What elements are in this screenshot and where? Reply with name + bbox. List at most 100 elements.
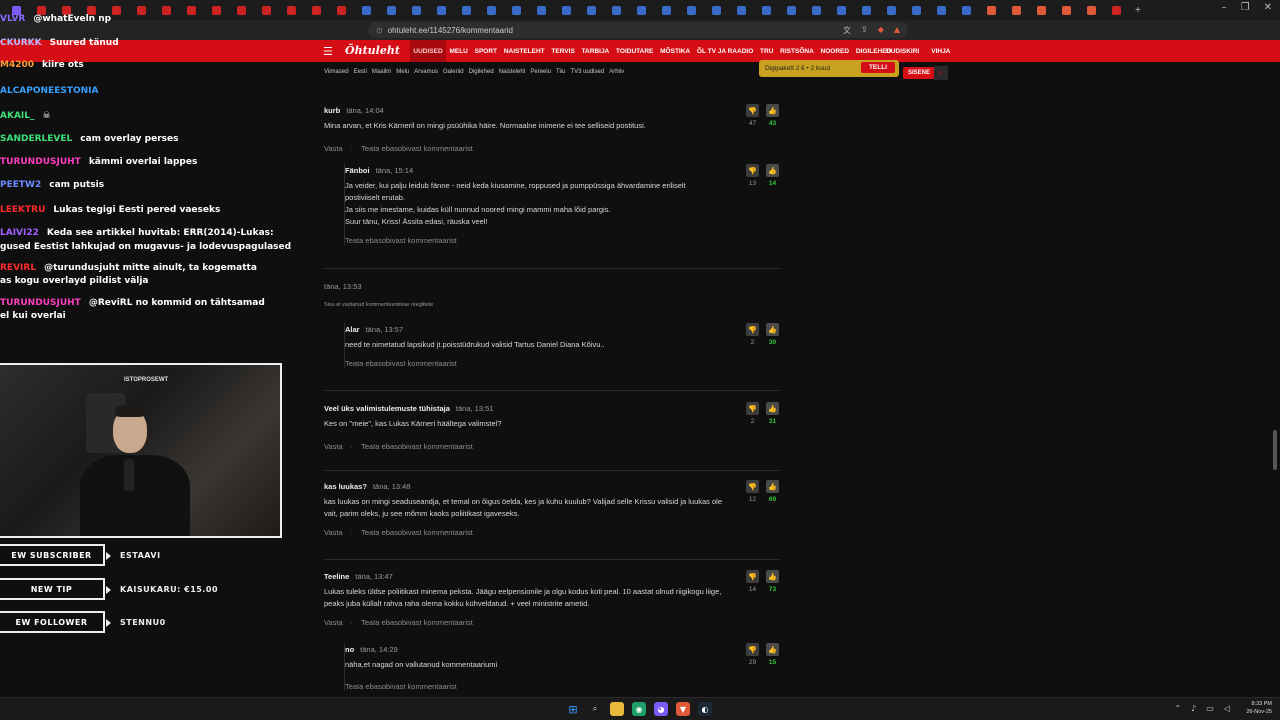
nav-item[interactable]: MÕSTIKA (657, 40, 694, 62)
subscribe-button[interactable]: TELLI (860, 62, 895, 73)
nav-item[interactable]: TARBIJA (578, 40, 612, 62)
site-logo[interactable]: Õhtuleht (345, 44, 400, 57)
browser-tab[interactable] (1029, 2, 1054, 18)
thumbs-up-icon[interactable]: 👍 (766, 164, 779, 177)
browser-tab[interactable] (729, 2, 754, 18)
browser-tab[interactable] (579, 2, 604, 18)
thumbs-down-icon[interactable]: 👎 (746, 323, 759, 336)
thumbs-up-icon[interactable]: 👍 (766, 643, 779, 656)
new-tab-button[interactable]: + (1135, 5, 1141, 16)
thumbs-down-icon[interactable]: 👎 (746, 164, 759, 177)
url-field[interactable]: ⊙ ohtuleht.ee/1145276/kommentaarid 文 ⇪ ◆… (368, 22, 908, 38)
reply-link[interactable]: Vasta (324, 528, 343, 537)
subnav-item[interactable]: Viimased (324, 69, 349, 75)
scrollbar-thumb[interactable] (1273, 430, 1277, 470)
app-icon[interactable]: ◉ (632, 702, 646, 716)
browser-tab[interactable] (304, 2, 329, 18)
subnav-item[interactable]: Pereelu (530, 69, 551, 75)
subnav-item[interactable]: Arvamus (414, 69, 438, 75)
discord-icon[interactable]: ◕ (654, 702, 668, 716)
browser-tab[interactable] (929, 2, 954, 18)
subnav-item[interactable]: Digilehed (469, 69, 494, 75)
report-link[interactable]: Teata ebasobivast kommentaarist (345, 236, 457, 245)
subnav-item[interactable]: Naisteleht (499, 69, 526, 75)
browser-tab[interactable] (429, 2, 454, 18)
browser-tab[interactable] (954, 2, 979, 18)
search-icon[interactable]: ⌕ (934, 66, 948, 80)
reply-link[interactable]: Vasta (324, 144, 343, 153)
subnav-item[interactable]: TV3 uudised (571, 69, 605, 75)
browser-tab[interactable] (1004, 2, 1029, 18)
login-button[interactable]: SISENE (903, 67, 936, 79)
report-link[interactable]: Teata ebasobivast kommentaarist (345, 359, 457, 368)
thumbs-down-icon[interactable]: 👎 (746, 643, 759, 656)
browser-tab[interactable] (554, 2, 579, 18)
browser-tab[interactable] (804, 2, 829, 18)
browser-tab[interactable] (504, 2, 529, 18)
hamburger-menu-icon[interactable]: ☰ (323, 45, 333, 58)
reply-link[interactable]: Vasta (324, 442, 343, 451)
nav-item[interactable]: NOORED (817, 40, 852, 62)
thumbs-up-icon[interactable]: 👍 (766, 402, 779, 415)
browser-tab[interactable] (904, 2, 929, 18)
browser-tab[interactable] (754, 2, 779, 18)
nav-item[interactable]: SPORT (471, 40, 500, 62)
browser-tab[interactable] (1054, 2, 1079, 18)
tray-expand-icon[interactable]: ⌃ (1174, 704, 1181, 713)
reply-link[interactable]: Vasta (324, 618, 343, 627)
maximize-button[interactable]: ❐ (1241, 2, 1250, 13)
report-link[interactable]: Teata ebasobivast kommentaarist (361, 144, 473, 153)
subnav-item[interactable]: Arhiiv (609, 69, 624, 75)
network-icon[interactable]: ▭ (1206, 704, 1214, 713)
browser-tab[interactable] (879, 2, 904, 18)
browser-tab[interactable] (529, 2, 554, 18)
thumbs-up-icon[interactable]: 👍 (766, 104, 779, 117)
browser-tab[interactable] (1079, 2, 1104, 18)
browser-tab[interactable] (679, 2, 704, 18)
browser-tab[interactable] (354, 2, 379, 18)
browser-tab[interactable] (404, 2, 429, 18)
brave-rewards-icon[interactable]: ▲ (894, 25, 900, 36)
browser-tab[interactable] (629, 2, 654, 18)
browser-tab[interactable] (854, 2, 879, 18)
search-icon[interactable]: ⌕ (588, 702, 602, 716)
mic-icon[interactable]: ♪ (1191, 704, 1196, 713)
thumbs-down-icon[interactable]: 👎 (746, 402, 759, 415)
browser-tab[interactable] (604, 2, 629, 18)
browser-tab[interactable] (379, 2, 404, 18)
nav-item[interactable]: TERVIS (548, 40, 578, 62)
browser-tab[interactable] (1104, 2, 1129, 18)
nav-item[interactable]: UUDISED (410, 40, 447, 62)
nav-item[interactable]: TOIDUTARE (613, 40, 657, 62)
file-explorer-icon[interactable] (610, 702, 624, 716)
report-link[interactable]: Teata ebasobivast kommentaarist (361, 528, 473, 537)
nav-item[interactable]: NAISTELEHT (500, 40, 548, 62)
start-icon[interactable]: ⊞ (566, 702, 580, 716)
thumbs-down-icon[interactable]: 👎 (746, 104, 759, 117)
browser-tab[interactable] (654, 2, 679, 18)
steam-icon[interactable]: ◐ (698, 702, 712, 716)
nav-item[interactable]: MELU (446, 40, 471, 62)
brave-shield-icon[interactable]: ◆ (878, 25, 884, 36)
share-icon[interactable]: ⇪ (861, 25, 868, 36)
nav-item[interactable]: RISTSÕNA (777, 40, 817, 62)
translate-icon[interactable]: 文 (843, 25, 851, 36)
browser-tab[interactable] (779, 2, 804, 18)
close-window-button[interactable]: ✕ (1264, 2, 1272, 13)
browser-tab[interactable] (454, 2, 479, 18)
browser-tab[interactable] (329, 2, 354, 18)
subnav-item[interactable]: Galeriid (443, 69, 464, 75)
thumbs-up-icon[interactable]: 👍 (766, 570, 779, 583)
subnav-item[interactable]: Eesti (354, 69, 367, 75)
browser-tab[interactable] (479, 2, 504, 18)
report-link[interactable]: Teata ebasobivast kommentaarist (345, 682, 457, 691)
clock[interactable]: 8:33 PM 26-Nov-25 (1246, 700, 1272, 716)
nav-newsletter[interactable]: UUDISKIRI (886, 40, 919, 62)
browser-tab[interactable] (829, 2, 854, 18)
nav-tip[interactable]: VIHJA (931, 40, 950, 62)
subnav-item[interactable]: Melu (396, 69, 409, 75)
report-link[interactable]: Teata ebasobivast kommentaarist (361, 618, 473, 627)
nav-item[interactable]: TRU (757, 40, 777, 62)
thumbs-down-icon[interactable]: 👎 (746, 480, 759, 493)
browser-tab[interactable] (979, 2, 1004, 18)
